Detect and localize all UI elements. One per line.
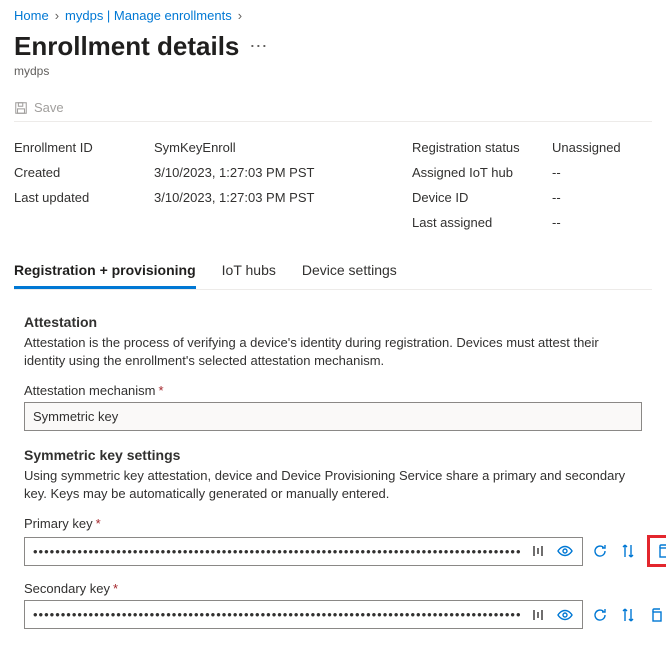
page-title: Enrollment details	[14, 31, 239, 62]
detail-value: SymKeyEnroll	[154, 140, 412, 155]
detail-label: Assigned IoT hub	[412, 165, 552, 180]
swap-keys-icon[interactable]	[619, 606, 637, 624]
regenerate-key-icon[interactable]	[591, 542, 609, 560]
breadcrumb-manage-enrollments[interactable]: mydps | Manage enrollments	[65, 8, 232, 23]
tabs: Registration + provisioning IoT hubs Dev…	[14, 254, 652, 290]
multiline-toggle-icon[interactable]	[530, 542, 548, 560]
required-asterisk: *	[96, 516, 101, 531]
show-password-icon[interactable]	[556, 606, 574, 624]
chevron-right-icon: ›	[55, 8, 59, 23]
secondary-key-input-wrap: ••••••••••••••••••••••••••••••••••••••••…	[24, 600, 583, 629]
regenerate-key-icon[interactable]	[591, 606, 609, 624]
breadcrumb: Home › mydps | Manage enrollments ›	[14, 8, 652, 23]
tab-iot-hubs[interactable]: IoT hubs	[222, 254, 276, 289]
detail-label: Device ID	[412, 190, 552, 205]
breadcrumb-home[interactable]: Home	[14, 8, 49, 23]
toolbar: Save	[14, 94, 652, 122]
copy-primary-key-highlight	[647, 535, 666, 567]
show-password-icon[interactable]	[556, 542, 574, 560]
detail-value: --	[552, 190, 652, 205]
detail-label: Enrollment ID	[14, 140, 154, 155]
secondary-key-label: Secondary key*	[24, 581, 642, 596]
detail-value: 3/10/2023, 1:27:03 PM PST	[154, 165, 412, 180]
multiline-toggle-icon[interactable]	[530, 606, 548, 624]
detail-label: Last assigned	[412, 215, 552, 230]
tab-device-settings[interactable]: Device settings	[302, 254, 397, 289]
symkey-description: Using symmetric key attestation, device …	[24, 467, 642, 502]
primary-key-row: ••••••••••••••••••••••••••••••••••••••••…	[24, 535, 642, 567]
chevron-right-icon: ›	[238, 8, 242, 23]
primary-key-input-wrap: ••••••••••••••••••••••••••••••••••••••••…	[24, 537, 583, 566]
save-icon	[14, 101, 28, 115]
swap-keys-icon[interactable]	[619, 542, 637, 560]
symkey-heading: Symmetric key settings	[24, 447, 642, 463]
tab-registration-provisioning[interactable]: Registration + provisioning	[14, 254, 196, 289]
detail-label: Registration status	[412, 140, 552, 155]
attestation-description: Attestation is the process of verifying …	[24, 334, 642, 369]
detail-value: --	[552, 165, 652, 180]
detail-value: 3/10/2023, 1:27:03 PM PST	[154, 190, 412, 205]
primary-key-input[interactable]: ••••••••••••••••••••••••••••••••••••••••…	[25, 538, 530, 565]
primary-key-label: Primary key*	[24, 516, 642, 531]
details-grid: Enrollment ID SymKeyEnroll Registration …	[14, 122, 652, 254]
save-button[interactable]: Save	[34, 100, 64, 115]
required-asterisk: *	[113, 581, 118, 596]
attestation-section: Attestation Attestation is the process o…	[14, 314, 652, 629]
attestation-mechanism-label: Attestation mechanism*	[24, 383, 642, 398]
more-actions-button[interactable]: ⋯	[249, 36, 267, 57]
detail-label: Created	[14, 165, 154, 180]
copy-secondary-key-button[interactable]	[647, 606, 665, 624]
secondary-key-input[interactable]: ••••••••••••••••••••••••••••••••••••••••…	[25, 601, 530, 628]
attestation-heading: Attestation	[24, 314, 642, 330]
attestation-mechanism-field[interactable]: Symmetric key	[24, 402, 642, 431]
secondary-key-row: ••••••••••••••••••••••••••••••••••••••••…	[24, 600, 642, 629]
detail-value: --	[552, 215, 652, 230]
page-subtitle: mydps	[14, 64, 652, 78]
copy-primary-key-button[interactable]	[654, 542, 666, 560]
required-asterisk: *	[159, 383, 164, 398]
detail-value: Unassigned	[552, 140, 652, 155]
detail-label: Last updated	[14, 190, 154, 205]
